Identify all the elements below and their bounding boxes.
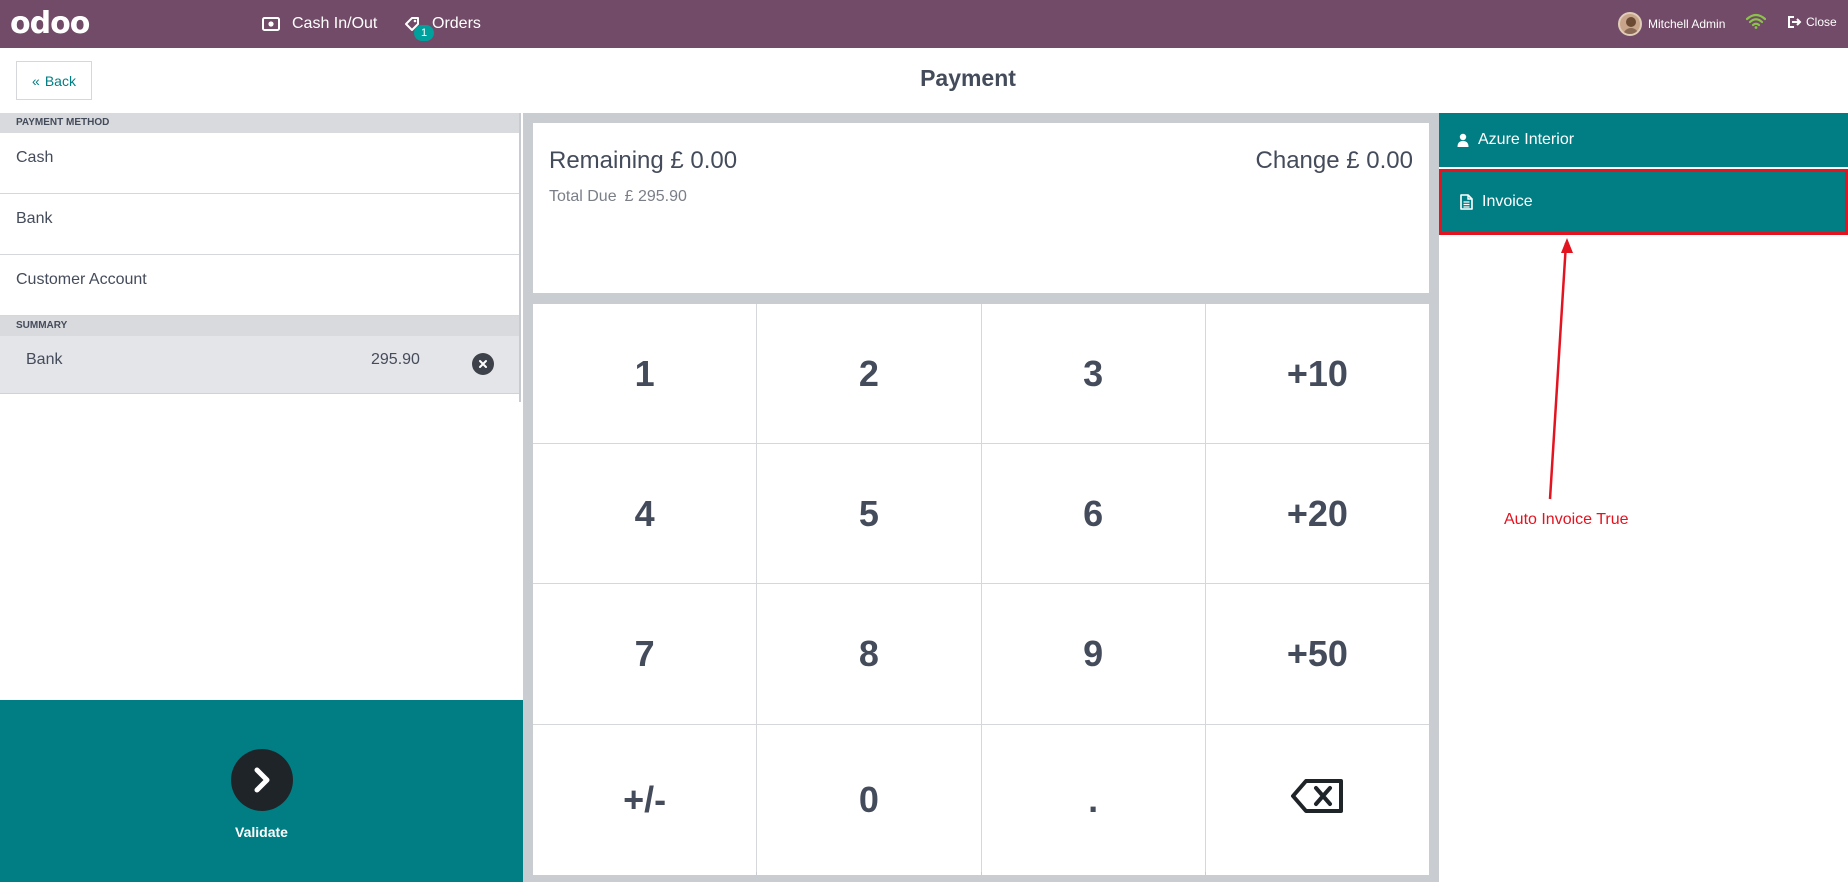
validate-button[interactable]: Validate — [0, 700, 523, 882]
backspace-icon — [1290, 778, 1344, 823]
orders-button[interactable]: 1 Orders — [404, 0, 481, 48]
payment-header: « Back Payment — [0, 48, 1848, 113]
numpad-key-4[interactable]: 4 — [533, 444, 757, 583]
payment-method-bank[interactable]: Bank — [0, 194, 519, 255]
numpad-key-plus-minus[interactable]: +/- — [533, 725, 757, 875]
numpad-key-6[interactable]: 6 — [981, 444, 1205, 583]
numpad-key-8[interactable]: 8 — [757, 584, 981, 724]
avatar — [1618, 12, 1642, 36]
cash-in-out-button[interactable]: Cash In/Out — [262, 0, 377, 48]
user-name: Mitchell Admin — [1648, 17, 1726, 31]
summary-heading: SUMMARY — [0, 316, 519, 336]
numpad-key-backspace[interactable] — [1205, 725, 1429, 875]
orders-count-badge: 1 — [414, 25, 434, 41]
payment-line-amount: 295.90 — [371, 351, 420, 368]
numpad: 1 2 3 +10 4 5 6 +20 7 8 9 +50 +/- 0 . — [533, 304, 1429, 875]
top-navbar: odoo Cash In/Out 1 Orders Mitchell Admin… — [0, 0, 1848, 48]
annotation-arrow — [1548, 238, 1573, 500]
odoo-logo: odoo — [10, 6, 90, 41]
close-label: Close — [1806, 15, 1837, 29]
tag-icon: 1 — [404, 16, 434, 41]
close-button[interactable]: Close — [1788, 15, 1837, 29]
page-title: Payment — [920, 65, 1016, 91]
payment-method-cash[interactable]: Cash — [0, 133, 519, 194]
payment-status: Remaining £ 0.00 Change £ 0.00 Total Due… — [533, 123, 1429, 293]
payment-line[interactable]: Bank 295.90 — [0, 336, 519, 394]
remaining-amount: Remaining £ 0.00 — [549, 147, 738, 174]
numpad-key-plus-10[interactable]: +10 — [1205, 304, 1429, 443]
annotation-label: Auto Invoice True — [1504, 511, 1629, 528]
payment-center-panel: Remaining £ 0.00 Change £ 0.00 Total Due… — [523, 113, 1439, 882]
total-due-label: Total Due — [549, 188, 617, 205]
numpad-key-9[interactable]: 9 — [981, 584, 1205, 724]
total-due-value: £ 295.90 — [624, 188, 687, 205]
total-due: Total Due £ 295.90 — [549, 188, 695, 206]
numpad-key-5[interactable]: 5 — [757, 444, 981, 583]
change-amount: Change £ 0.00 — [1255, 147, 1413, 174]
orders-label: Orders — [432, 15, 481, 32]
sign-out-icon — [1788, 16, 1802, 28]
cash-in-out-label: Cash In/Out — [292, 15, 378, 32]
wifi-icon — [1745, 13, 1767, 34]
payment-method-customer-account[interactable]: Customer Account — [0, 255, 519, 316]
numpad-key-plus-50[interactable]: +50 — [1205, 584, 1429, 724]
payment-methods-panel: PAYMENT METHOD Cash Bank Customer Accoun… — [0, 113, 521, 402]
numpad-key-1[interactable]: 1 — [533, 304, 757, 443]
numpad-key-0[interactable]: 0 — [757, 725, 981, 875]
numpad-key-decimal[interactable]: . — [981, 725, 1205, 875]
payment-right-panel: Azure Interior Invoice Auto Invoice True — [1439, 113, 1848, 882]
remove-payment-line-icon[interactable] — [472, 353, 494, 375]
numpad-key-2[interactable]: 2 — [757, 304, 981, 443]
numpad-key-3[interactable]: 3 — [981, 304, 1205, 443]
numpad-key-plus-20[interactable]: +20 — [1205, 444, 1429, 583]
user-menu[interactable]: Mitchell Admin — [1618, 12, 1725, 36]
chevron-right-icon — [231, 749, 293, 811]
payment-line-method: Bank — [26, 351, 63, 368]
numpad-key-7[interactable]: 7 — [533, 584, 757, 724]
validate-label: Validate — [235, 824, 288, 840]
money-icon — [262, 17, 280, 31]
payment-method-heading: PAYMENT METHOD — [0, 113, 519, 133]
payment-left-panel: PAYMENT METHOD Cash Bank Customer Accoun… — [0, 113, 523, 882]
